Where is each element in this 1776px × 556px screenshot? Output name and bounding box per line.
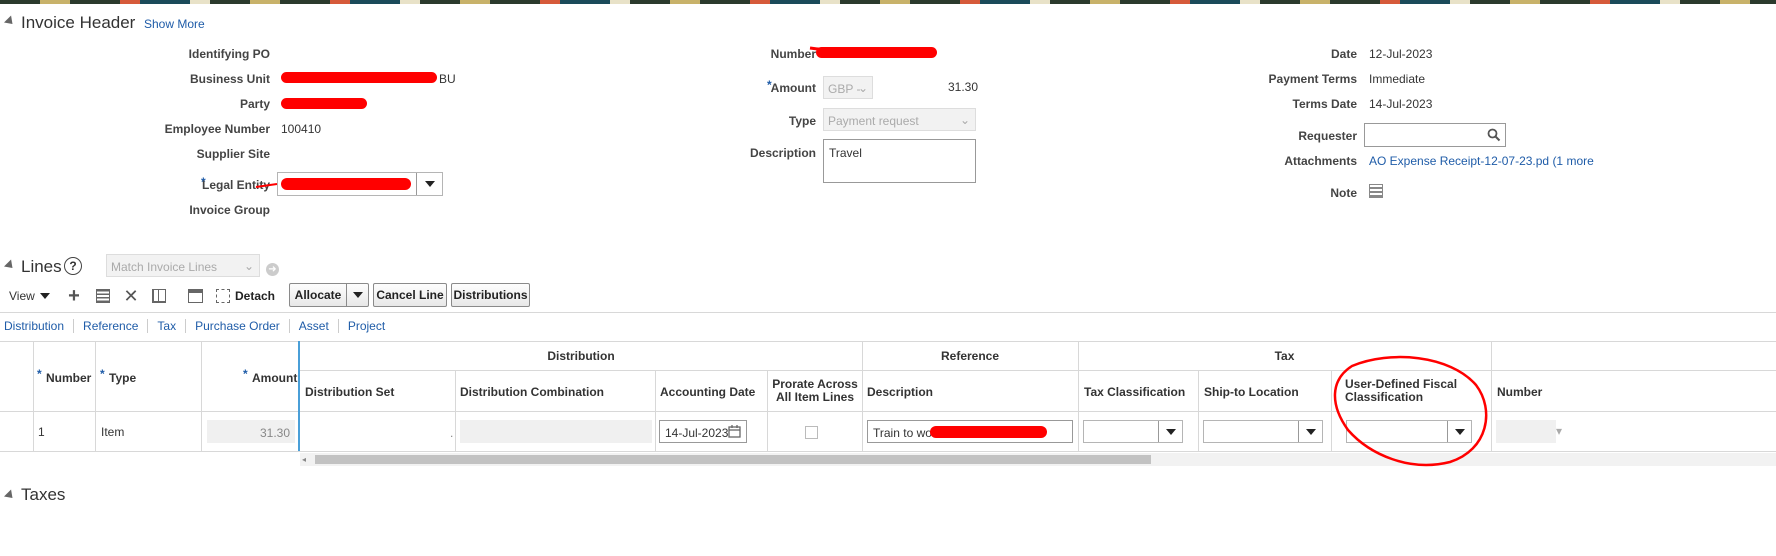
annotation-stroke	[255, 183, 278, 188]
annotation-overlay	[255, 46, 1488, 467]
annotation-stroke	[809, 46, 937, 54]
annotation-circle	[1333, 355, 1488, 467]
